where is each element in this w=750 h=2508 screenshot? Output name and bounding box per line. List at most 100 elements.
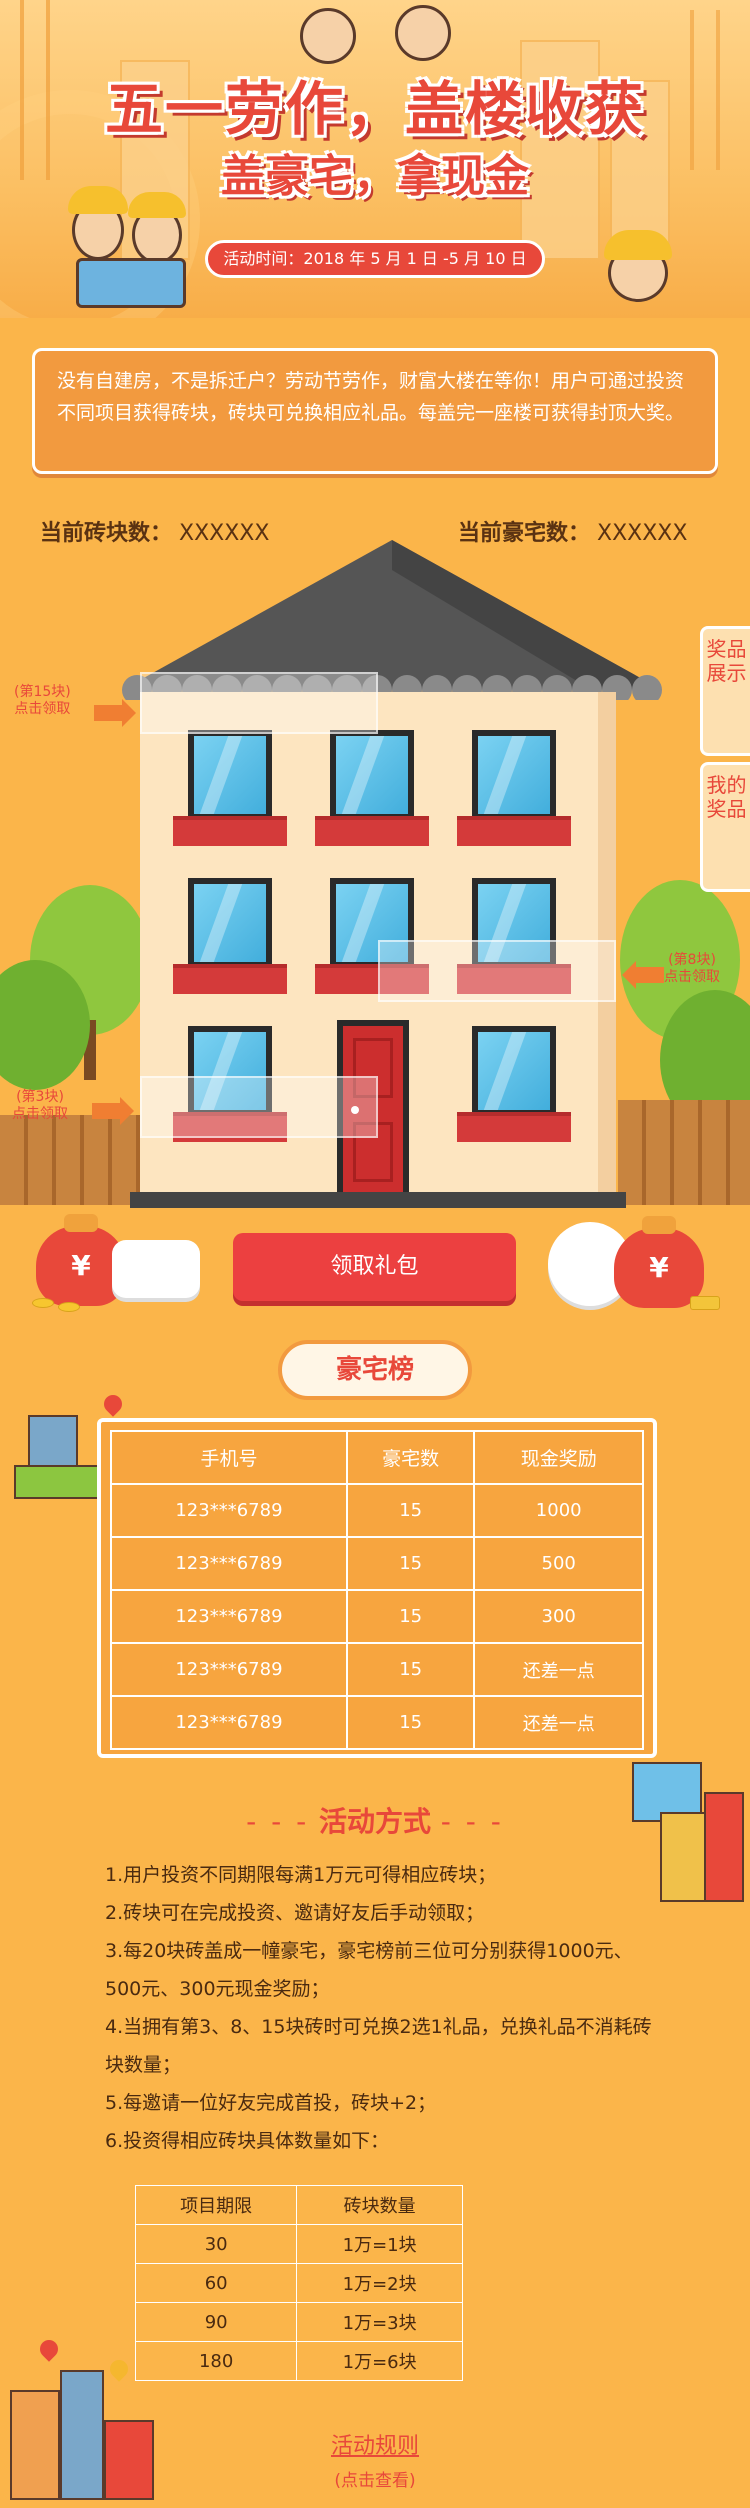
rule-item: 4.当拥有第3、8、15块砖时可兑换2选1礼品，兑换礼品不消耗砖块数量； (105, 2016, 652, 2076)
cell-phone: 123***6789 (110, 1483, 348, 1538)
rules-title-dash: - - - (246, 1805, 310, 1838)
activity-date-value: 2018 年 5 月 1 日 -5 月 10 日 (303, 249, 527, 268)
table-row: 123***6789 15 500 (110, 1536, 644, 1591)
rules-title-text: 活动方式 (318, 1805, 431, 1838)
column-header-term: 项目期限 (134, 2185, 298, 2225)
claim-tag-action: 点击领取 (14, 701, 71, 717)
cell-bricks: 1万=1块 (296, 2224, 463, 2264)
claim-tag-number: (第15块) (14, 684, 71, 700)
house-step (130, 1192, 626, 1208)
worker-body-illustration (76, 258, 186, 308)
cell-bricks: 1万=6块 (296, 2341, 463, 2381)
claim-tag-number: (第3块) (16, 1089, 64, 1105)
cell-term: 60 (134, 2263, 298, 2303)
cell-reward: 300 (473, 1589, 644, 1644)
house-window (472, 1026, 556, 1116)
claim-tag-number: (第8块) (668, 952, 716, 968)
cell-reward: 还差一点 (473, 1695, 644, 1750)
window-balcony (315, 816, 429, 846)
arrow-right-icon (94, 699, 136, 727)
rules-link-hint: (点击查看) (334, 2471, 416, 2491)
brick-slot-15[interactable] (140, 672, 378, 734)
table-row: 60 1万=2块 (134, 2263, 463, 2303)
hardhat-icon (128, 192, 186, 218)
hero-banner: 五一劳作，盖楼收获 盖豪宅，拿现金 活动时间：2018 年 5 月 1 日 -5… (0, 0, 750, 318)
table-row: 30 1万=1块 (134, 2224, 463, 2264)
arrow-right-icon (92, 1097, 134, 1125)
rules-list: 1.用户投资不同期限每满1万元可得相应砖块； 2.砖块可在完成投资、邀请好友后手… (105, 1856, 665, 2160)
ranking-header-row: 手机号 豪宅数 现金奖励 (110, 1430, 644, 1485)
cell-mansions: 15 (345, 1483, 476, 1538)
window-balcony (457, 1112, 571, 1142)
tab-prize-showcase[interactable]: 奖品展示 (700, 626, 750, 756)
rules-title: - - - 活动方式 - - - (0, 1800, 750, 1840)
cell-reward: 还差一点 (473, 1642, 644, 1697)
brick-slot-3[interactable] (140, 1076, 378, 1138)
claim-tag-action: 点击领取 (664, 969, 720, 985)
cell-term: 30 (134, 2224, 298, 2264)
cell-reward: 500 (473, 1536, 644, 1591)
cell-mansions: 15 (345, 1589, 476, 1644)
worker-illustration (395, 5, 451, 61)
hardhat-icon (604, 230, 672, 260)
column-header-phone: 手机号 (110, 1430, 348, 1485)
rule-item: 2.砖块可在完成投资、邀请好友后手动领取； (105, 1902, 485, 1924)
table-row: 180 1万=6块 (134, 2341, 463, 2381)
tab-my-prizes[interactable]: 我的奖品 (700, 762, 750, 892)
coin-icon (58, 1302, 80, 1312)
table-row: 90 1万=3块 (134, 2302, 463, 2342)
rule-item: 5.每邀请一位好友完成首投，砖块+2； (105, 2092, 437, 2114)
intro-box: 没有自建房，不是拆迁户？劳动节劳作，财富大楼在等你！用户可通过投资不同项目获得砖… (32, 348, 718, 474)
table-row: 123***6789 15 300 (110, 1589, 644, 1644)
hardhat-icon (68, 186, 128, 214)
cell-phone: 123***6789 (110, 1536, 348, 1591)
column-header-mansions: 豪宅数 (345, 1430, 476, 1485)
house-window (188, 878, 272, 968)
cell-phone: 123***6789 (110, 1642, 348, 1697)
cell-mansions: 15 (345, 1536, 476, 1591)
claim-gift-button[interactable]: 领取礼包 (233, 1233, 516, 1301)
speaker-gift-icon (112, 1240, 200, 1298)
column-header-bricks: 砖块数量 (296, 2185, 463, 2225)
house-scene: (第15块) 点击领取 (第8块) 点击领取 (第3块) 点击领取 (0, 540, 750, 1210)
arrow-left-icon (622, 961, 664, 989)
gold-bar-icon (690, 1296, 720, 1310)
qty-header-row: 项目期限 砖块数量 (134, 2185, 463, 2225)
brick-slot-8[interactable] (378, 940, 616, 1002)
table-row: 123***6789 15 1000 (110, 1483, 644, 1538)
rules-link-label[interactable]: 活动规则 (0, 2428, 750, 2460)
cell-phone: 123***6789 (110, 1589, 348, 1644)
window-balcony (173, 816, 287, 846)
claim-tag-3[interactable]: (第3块) 点击领取 (12, 1089, 68, 1123)
ranking-table: 手机号 豪宅数 现金奖励 123***6789 15 1000 123***67… (110, 1430, 644, 1750)
column-header-reward: 现金奖励 (473, 1430, 644, 1485)
claim-tag-action: 点击领取 (12, 1106, 68, 1122)
brick-quantity-table: 项目期限 砖块数量 30 1万=1块 60 1万=2块 90 1万=3块 180… (134, 2185, 463, 2381)
house-window (330, 730, 414, 820)
table-row: 123***6789 15 还差一点 (110, 1695, 644, 1750)
rules-link[interactable]: 活动规则 (点击查看) (0, 2428, 750, 2491)
activity-date: 活动时间：2018 年 5 月 1 日 -5 月 10 日 (205, 240, 545, 278)
fence-illustration (618, 1100, 750, 1205)
activity-date-label: 活动时间： (223, 249, 304, 268)
claim-tag-8[interactable]: (第8块) 点击领取 (664, 952, 720, 986)
cell-reward: 1000 (473, 1483, 644, 1538)
fence-illustration (0, 1115, 140, 1205)
cell-bricks: 1万=2块 (296, 2263, 463, 2303)
rules-title-dash: - - - (440, 1805, 504, 1838)
rule-item: 6.投资得相应砖块具体数量如下： (105, 2130, 390, 2152)
page-title: 五一劳作，盖楼收获 (104, 75, 645, 143)
claim-tag-15[interactable]: (第15块) 点击领取 (14, 684, 71, 718)
coin-icon (32, 1298, 54, 1308)
crane-illustration (20, 0, 50, 180)
ranking-title: 豪宅榜 (278, 1340, 472, 1400)
table-row: 123***6789 15 还差一点 (110, 1642, 644, 1697)
house-window (472, 730, 556, 820)
page-subtitle: 盖豪宅，拿现金 (221, 151, 529, 202)
crane-illustration (690, 10, 720, 170)
cell-mansions: 15 (345, 1695, 476, 1750)
cell-phone: 123***6789 (110, 1695, 348, 1750)
window-balcony (173, 964, 287, 994)
rule-item: 1.用户投资不同期限每满1万元可得相应砖块； (105, 1864, 497, 1886)
rule-item: 3.每20块砖盖成一幢豪宅，豪宅榜前三位可分别获得1000元、500元、300元… (105, 1940, 633, 2000)
